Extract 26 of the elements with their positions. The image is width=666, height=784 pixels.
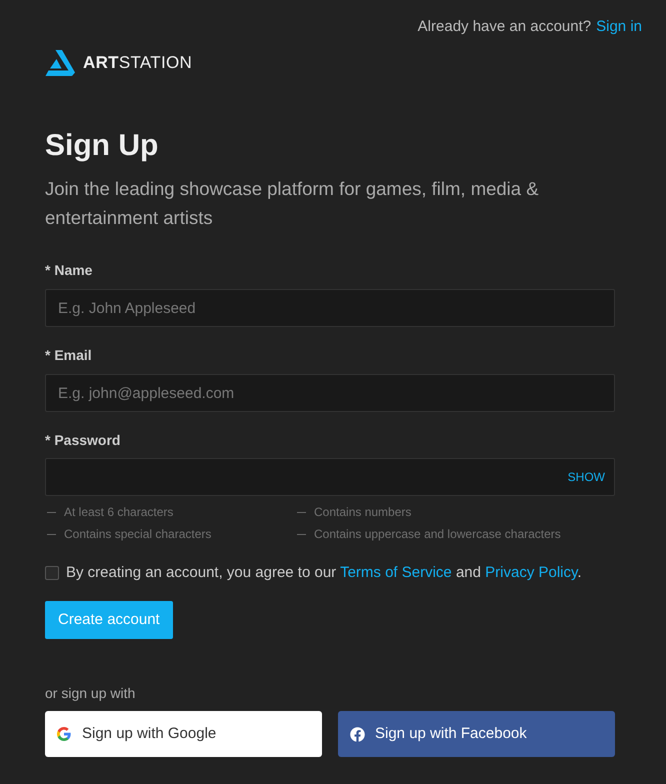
password-input[interactable] (45, 458, 615, 496)
agreement-text: By creating an account, you agree to our Terms of Service and Privacy Policy. (66, 563, 582, 583)
signin-prompt: Already have an account? Sign in (418, 17, 642, 37)
legal-link[interactable]: Terms of Service (340, 564, 452, 581)
social-heading: or sign up with (45, 684, 136, 703)
logo-wordmark: ARTSTATION (83, 52, 192, 74)
page-title: Sign Up (45, 128, 160, 164)
password-requirement: Contains special characters (64, 526, 212, 543)
field-label: * Password (45, 431, 122, 450)
field-label: * Name (45, 261, 94, 280)
password-requirement: Contains uppercase and lowercase characters (314, 526, 561, 543)
page-subtitle: Join the leading showcase platform for games, film, media & entertainment artists (45, 177, 540, 230)
logo-icon (45, 50, 75, 76)
text-input[interactable]: E.g. john@appleseed.com (45, 374, 615, 412)
facebook-icon (350, 726, 365, 742)
legal-link[interactable]: Privacy Policy (485, 564, 578, 581)
field-label: * Email (45, 346, 93, 365)
show-password-button[interactable]: SHOW (568, 468, 605, 486)
google-g-icon (57, 727, 71, 741)
agreement-checkbox[interactable] (45, 566, 59, 580)
password-requirement: Contains numbers (314, 504, 412, 521)
password-requirement: At least 6 characters (64, 504, 174, 521)
facebook-signup-button[interactable]: Sign up with Facebook (338, 711, 615, 757)
google-signup-button[interactable]: Sign up with Google (45, 711, 322, 757)
text-input[interactable]: E.g. John Appleseed (45, 289, 615, 327)
signin-link[interactable]: Sign in (596, 18, 642, 35)
